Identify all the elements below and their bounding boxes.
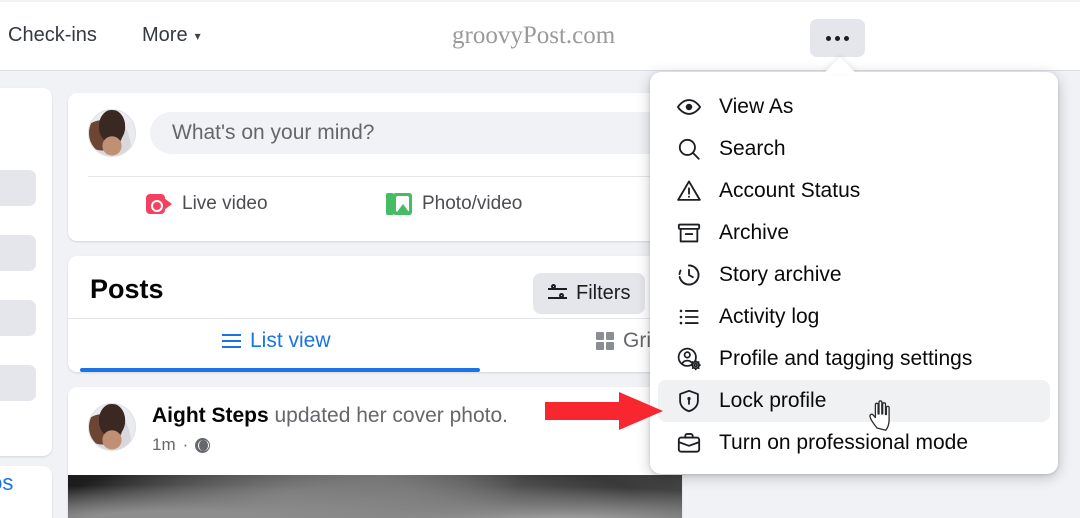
composer-placeholder: What's on your mind? [172,121,375,144]
person-gear-icon [676,346,702,372]
post-composer-card: What's on your mind? Live video Photo/vi… [68,93,750,241]
profile-nav-bar: Check-ins More ▾ groovyPost.com [0,2,1080,71]
composer-actions: Live video Photo/video [68,181,682,239]
annotation-arrow [545,392,665,430]
menu-item-search[interactable]: Search [658,128,1050,170]
sidebar-card [0,88,52,456]
menu-item-account-status[interactable]: Account Status [658,170,1050,212]
nav-item-more[interactable]: More ▾ [142,24,201,47]
list-view-icon [222,334,241,348]
divider [68,318,682,319]
menu-item-label: Turn on professional mode [719,431,969,454]
list-icon [676,304,702,330]
menu-item-label: Archive [719,221,790,244]
live-video-label: Live video [182,193,268,214]
tab-grid-view[interactable]: Gri [596,329,651,353]
post-action-text: updated her cover photo. [268,404,509,427]
clock-history-icon [676,262,702,288]
menu-item-label: Story archive [719,263,842,286]
shield-lock-icon [676,388,702,414]
nav-item-check-ins[interactable]: Check-ins [8,24,97,47]
mouse-cursor [866,398,900,438]
menu-item-label: Lock profile [719,389,827,412]
photo-video-button[interactable]: Photo/video [386,193,522,215]
nav-check-ins-label: Check-ins [8,24,97,46]
warning-triangle-icon [676,178,702,204]
menu-item-label: Activity log [719,305,820,328]
more-options-button[interactable] [810,19,865,57]
avatar[interactable] [88,403,136,451]
photo-video-icon [386,193,412,215]
sidebar-placeholder-4[interactable] [0,365,36,401]
live-video-button[interactable]: Live video [146,193,268,215]
sidebar-placeholder-2[interactable] [0,235,36,271]
menu-pointer-arrow [823,57,857,74]
meta-separator: · [182,435,189,454]
photo-video-label: Photo/video [422,193,523,214]
menu-item-activity-log[interactable]: Activity log [658,296,1050,338]
menu-item-story-archive[interactable]: Story archive [658,254,1050,296]
menu-item-lock-profile[interactable]: Lock profile [658,380,1050,422]
post-timestamp[interactable]: 1m [152,435,176,455]
site-watermark: groovyPost.com [452,22,616,49]
filters-button[interactable]: Filters [533,273,646,314]
menu-item-archive[interactable]: Archive [658,212,1050,254]
dot-3 [844,35,849,41]
page-title: Posts [90,274,164,304]
avatar[interactable] [88,109,136,157]
filters-label: Filters [576,282,631,304]
posts-section-card: Posts Filters List view Gri [68,256,682,372]
menu-item-label: View As [719,95,794,118]
tab-grid-view-label: Gri [623,329,651,352]
search-icon [676,136,702,162]
tab-list-view-label: List view [250,329,331,352]
sidebar-placeholder-1[interactable] [0,170,36,206]
menu-item-label: Profile and tagging settings [719,347,973,370]
globe-icon[interactable] [195,437,211,453]
menu-item-label: Account Status [719,179,861,202]
dot-1 [826,35,831,41]
sidebar-photos-link[interactable]: tos [0,470,13,496]
profile-options-menu: View As Search Account Status Archive St… [650,72,1058,474]
dot-2 [835,35,840,41]
post-cover-photo[interactable] [68,475,682,518]
sidebar-placeholder-3[interactable] [0,300,36,336]
tab-list-view[interactable]: List view [222,329,331,353]
post-author-name[interactable]: Aight Steps [152,404,269,427]
post-author-line: Aight Steps updated her cover photo. [152,404,508,428]
menu-item-turn-on-professional-mode[interactable]: Turn on professional mode [658,422,1050,464]
sliders-icon [548,284,567,302]
menu-item-profile-and-tagging-settings[interactable]: Profile and tagging settings [658,338,1050,380]
active-tab-indicator [80,368,480,372]
live-video-icon [146,194,172,214]
menu-item-label: Search [719,137,786,160]
briefcase-icon [676,430,702,456]
menu-item-view-as[interactable]: View As [658,86,1050,128]
screenshot-root: Check-ins More ▾ groovyPost.com tos What'… [0,0,1080,518]
grid-view-icon [596,332,614,350]
divider [88,176,682,177]
post-meta: 1m · [152,435,211,455]
archive-box-icon [676,220,702,246]
chevron-down-icon: ▾ [194,28,201,43]
nav-more-label: More [142,24,188,46]
eye-icon [676,94,702,120]
